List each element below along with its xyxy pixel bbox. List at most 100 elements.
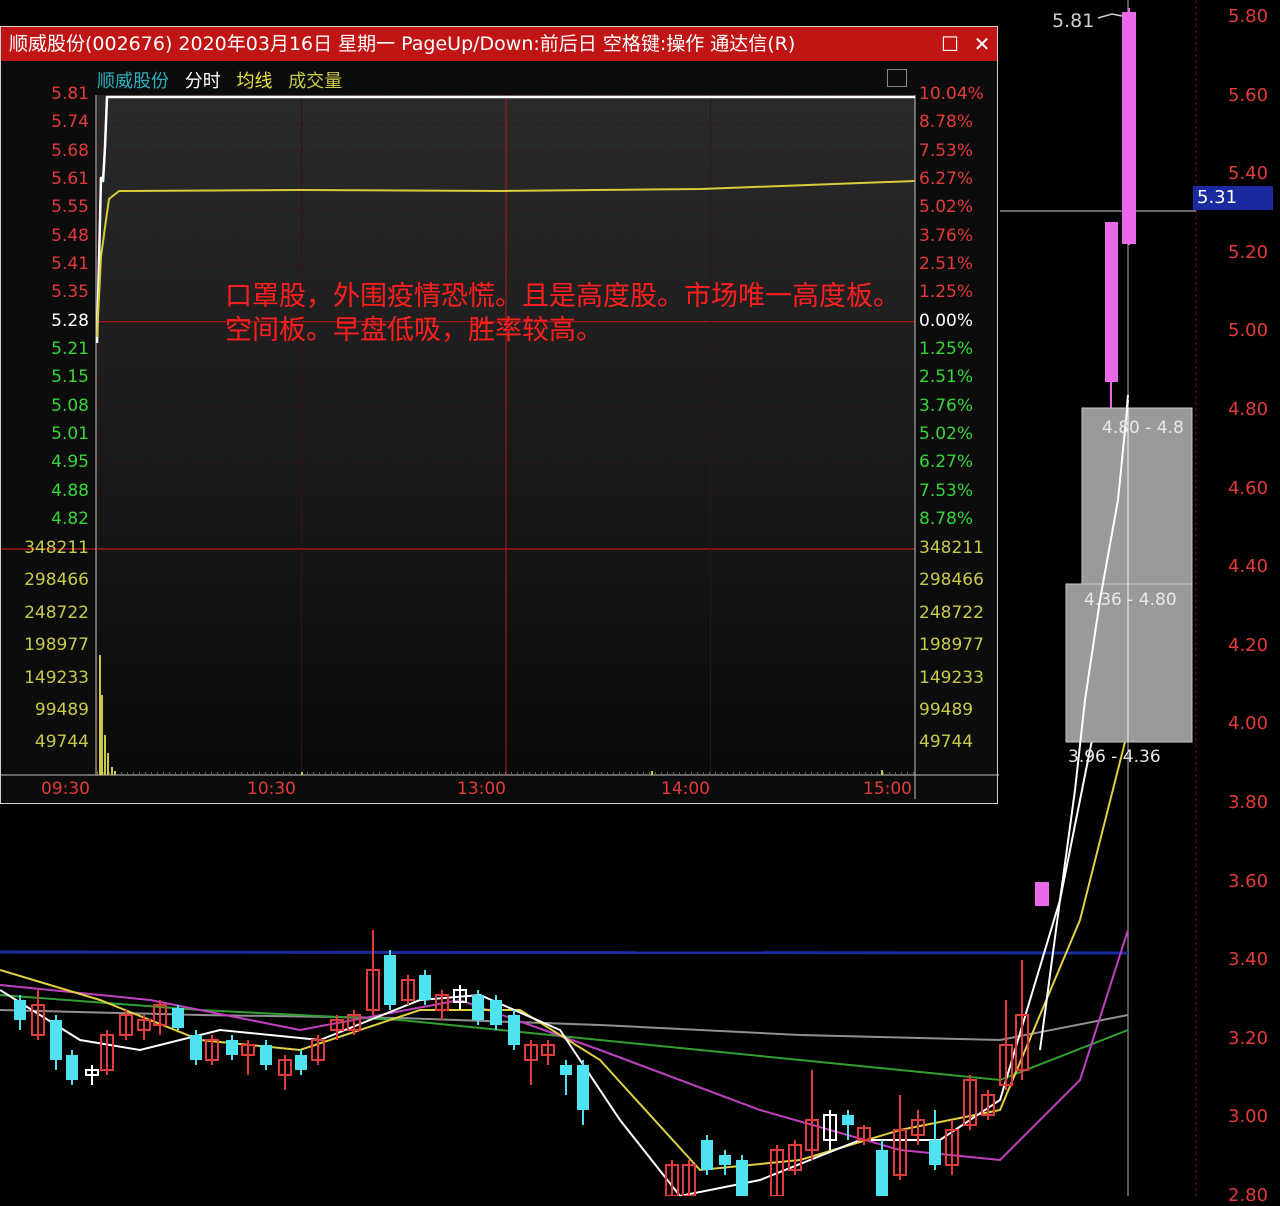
price-tick-label: 5.20 [1228,241,1269,263]
price-label: 5.41 [51,254,89,274]
candle-body [876,1150,888,1196]
volume-bar [107,753,109,775]
candle-body [384,955,396,1005]
volume-label: 348211 [919,538,984,558]
volume-label: 49744 [919,732,974,753]
percent-label: 8.78% [919,112,974,133]
volume-label: 149233 [24,667,89,688]
percent-label: 6.27% [919,169,974,189]
price-tick-label: 3.80 [1228,792,1269,813]
price-label: 4.88 [51,480,89,501]
volume-label: 149233 [919,667,984,688]
time-label: 09:30 [41,779,90,799]
note-line-2: 空间板。早盘低吸，胜率较高。 [225,315,603,346]
volume-label: 198977 [24,635,89,656]
price-label: 4.95 [51,452,89,473]
price-label: 5.68 [51,140,89,161]
price-label: 5.61 [51,169,89,189]
price-tick-label: 3.40 [1228,949,1269,971]
percent-label: 2.51% [919,367,974,388]
volume-bar [111,767,113,775]
price-tick-label: 4.00 [1228,713,1269,735]
price-tick-label: 5.40 [1228,163,1269,185]
percent-label: 6.27% [919,452,974,473]
ma250-line [0,950,1129,955]
limit-candle-body [1122,12,1136,244]
limit-candle-body [1105,222,1118,382]
volume-label: 248722 [919,602,984,623]
candle-body [66,1055,78,1080]
price-tick-label: 4.20 [1228,634,1269,656]
price-tick-label: 4.80 [1228,399,1269,420]
candle-body [472,995,484,1020]
candle-body [419,975,431,1000]
current-price-badge: 5.31 [1193,186,1273,210]
price-label: 5.15 [51,367,89,388]
volume-bar [651,771,653,775]
price-label: 5.55 [51,197,89,218]
price-tick-label: 5.00 [1228,320,1269,342]
chip-label: 4.36 - 4.80 [1084,590,1177,610]
candle-body [719,1155,731,1165]
top-price-label: 5.81 [1052,10,1095,32]
candle-body [226,1040,238,1055]
volume-label: 348211 [24,538,89,558]
candle-body [50,1020,62,1060]
percent-label: 3.76% [919,225,974,246]
volume-bar [104,735,106,775]
price-tick-label: 3.60 [1228,870,1269,892]
annotation-note: 口罩股，外围疫情恐慌。且是高度股。市场唯一高度板。 空间板。早盘低吸，胜率较高。 [225,280,1065,348]
candle-body [508,1015,520,1045]
price-label: 5.08 [51,395,89,416]
note-line-1: 口罩股，外围疫情恐慌。且是高度股。市场唯一高度板。 [225,281,900,312]
price-tick-label: 3.00 [1228,1106,1269,1128]
chip-label: 3.96 - 4.36 [1068,747,1161,767]
price-label: 4.82 [51,509,89,529]
volume-label: 99489 [919,700,974,720]
volume-bar [881,770,883,775]
candle-body [172,1008,184,1028]
volume-label: 298466 [919,570,984,591]
percent-label: 5.02% [919,424,974,444]
percent-label: 8.78% [919,509,974,529]
volume-label: 298466 [24,570,89,591]
candle-body [929,1140,941,1165]
price-label: 5.81 [51,84,89,104]
percent-label: 7.53% [919,140,974,161]
candle-body [736,1160,748,1196]
ma-line [0,929,1129,1162]
volume-label: 99489 [34,700,89,720]
price-tick-label: 3.20 [1228,1027,1269,1049]
price-label: 5.35 [51,282,89,303]
intraday-chart[interactable] [1,27,999,805]
candle-body [260,1045,272,1065]
volume-bar [101,695,103,775]
candle-body [560,1065,572,1075]
volume-bar [99,655,101,775]
candle-body [295,1055,307,1070]
volume-label: 248722 [24,602,89,623]
candle-body [577,1065,589,1110]
price-tick-label: 5.60 [1228,84,1269,106]
candle-body [842,1115,854,1125]
time-label: 14:00 [661,779,710,799]
limit-candle-body [1035,882,1049,906]
percent-label: 5.02% [919,197,974,218]
chip-label: 4.80 - 4.8 [1102,418,1184,438]
high-marker [1097,13,1123,19]
price-tick-label: 4.40 [1228,556,1269,578]
intraday-popup-window[interactable]: 顺威股份(002676) 2020年03月16日 星期一 PageUp/Down… [0,26,999,805]
percent-label: 10.04% [919,84,984,104]
percent-label: 2.51% [919,254,974,274]
price-label: 5.28 [51,310,89,331]
price-label: 5.01 [51,424,89,444]
percent-label: 3.76% [919,395,974,416]
candle-body [701,1140,713,1170]
candle-body [14,1000,26,1020]
time-label: 10:30 [247,779,296,799]
price-label: 5.21 [51,339,89,359]
volume-label: 198977 [919,635,984,656]
price-label: 5.48 [51,225,89,246]
candle-body [190,1035,202,1060]
percent-label: 7.53% [919,480,974,501]
